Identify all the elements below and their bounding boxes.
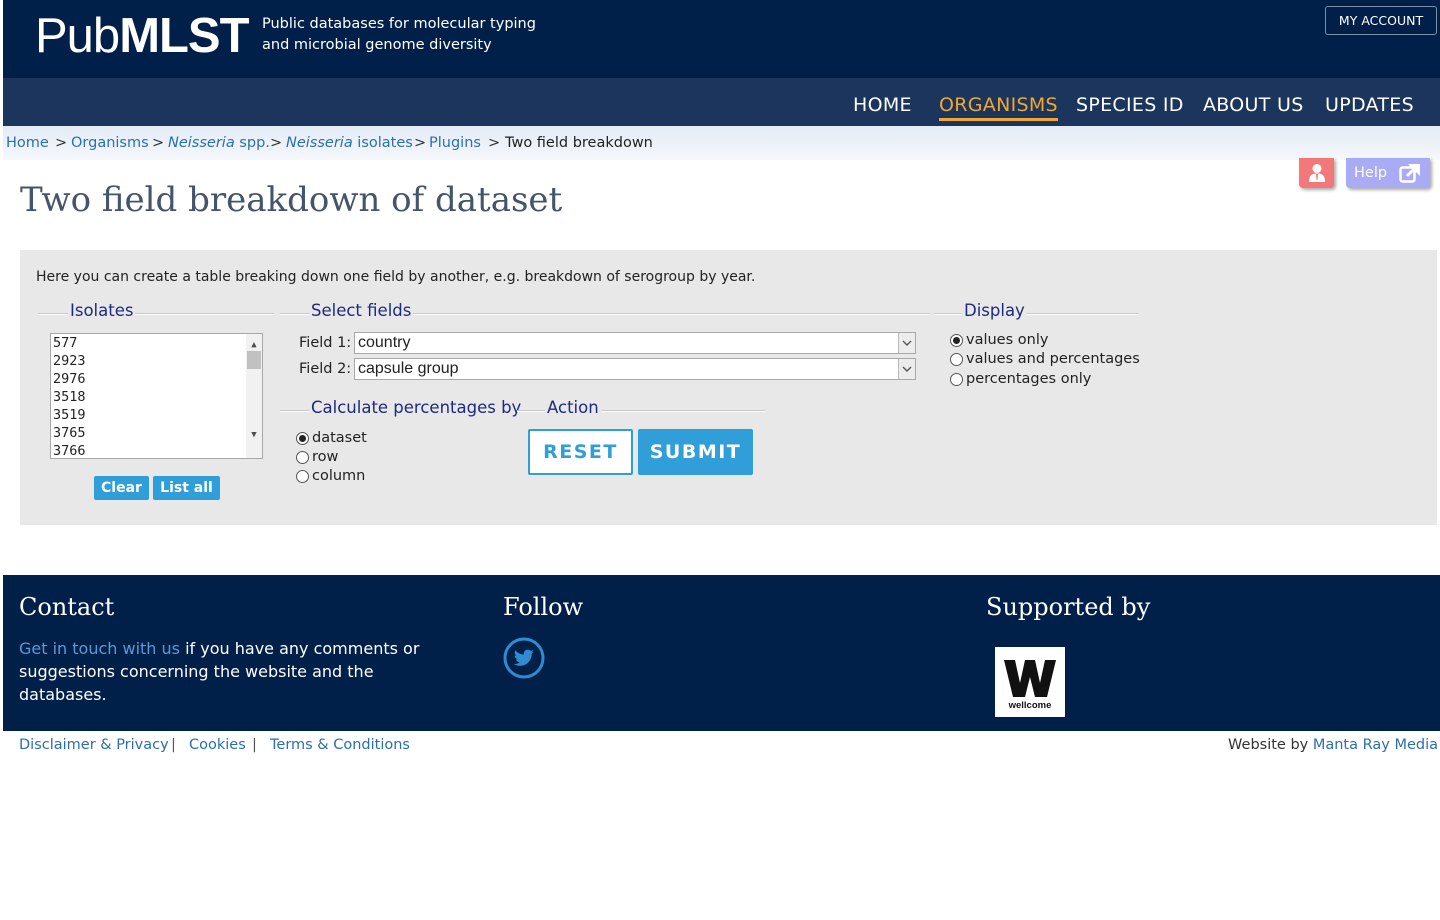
isolate-id-textarea[interactable]: 577 2923 2976 3518 3519 3765 3766 ▲ ▼ (50, 333, 263, 459)
display-radio-values-only[interactable] (950, 334, 963, 347)
breadcrumb: Home > Organisms > Neisseria spp. > Neis… (3, 126, 1440, 160)
site-tagline: Public databases for molecular typing an… (262, 14, 536, 56)
website-by-text: Website by (1228, 737, 1313, 753)
isolate-id: 3765 (53, 425, 86, 441)
twitter-icon (503, 637, 545, 679)
isolate-id: 577 (53, 335, 78, 351)
intro-text: Here you can create a table breaking dow… (36, 269, 756, 285)
breadcrumb-separator: > (270, 135, 283, 151)
submit-button[interactable]: SUBMIT (638, 429, 753, 475)
nav-organisms[interactable]: ORGANISMS (939, 94, 1058, 121)
disclaimer-link[interactable]: Disclaimer & Privacy (19, 737, 169, 753)
breadcrumb-separator: > (414, 135, 427, 151)
follow-heading: Follow (503, 593, 584, 621)
supported-by-heading: Supported by (986, 593, 1151, 621)
percent-radio-dataset[interactable] (296, 432, 309, 445)
breadcrumb-neisseria-spp[interactable]: Neisseria spp. (168, 135, 270, 151)
breadcrumb-isolates-label: isolates (352, 135, 413, 151)
display-option-label: percentages only (966, 371, 1092, 387)
my-account-button[interactable]: MY ACCOUNT (1325, 6, 1437, 35)
contact-link[interactable]: Get in touch with us (19, 639, 180, 658)
breadcrumb-separator: > (152, 135, 165, 151)
contact-heading: Contact (19, 593, 115, 621)
site-header: PubMLST Public databases for molecular t… (3, 0, 1440, 78)
website-credit: Website by Manta Ray Media (1228, 737, 1438, 753)
field-1-select[interactable]: country (354, 332, 916, 354)
isolate-id: 3518 (53, 389, 86, 405)
wellcome-logo[interactable]: wellcome (995, 647, 1065, 717)
chevron-down-icon (898, 333, 915, 353)
breadcrumb-neisseria-isolates[interactable]: Neisseria isolates (286, 135, 413, 151)
manta-ray-link[interactable]: Manta Ray Media (1313, 737, 1438, 753)
breadcrumb-separator: > (55, 135, 68, 151)
main-nav: HOME ORGANISMS SPECIES ID ABOUT US UPDAT… (3, 78, 1440, 126)
scrollbar-thumb[interactable] (247, 351, 261, 369)
percent-option-label: row (312, 449, 339, 465)
isolate-id: 3766 (53, 443, 86, 459)
action-legend: Action (545, 398, 601, 417)
logo-bold: MLST (119, 9, 249, 63)
isolate-id: 2976 (53, 371, 86, 387)
percent-option-label: column (312, 468, 366, 484)
scroll-down-icon[interactable]: ▼ (246, 426, 262, 444)
help-button[interactable]: Help (1346, 158, 1430, 188)
help-label: Help (1354, 165, 1388, 181)
nav-about-us[interactable]: ABOUT US (1203, 94, 1304, 116)
display-legend: Display (962, 301, 1027, 320)
wellcome-logo-text: wellcome (1008, 700, 1052, 711)
footer-divider: | (171, 737, 176, 753)
field-2-label: Field 2: (299, 361, 352, 377)
tagline-line-2: and microbial genome diversity (262, 37, 492, 53)
breadcrumb-organisms[interactable]: Organisms (71, 135, 149, 151)
external-link-icon (1399, 164, 1420, 183)
user-quick-link[interactable] (1299, 158, 1334, 188)
site-footer: Contact Get in touch with us if you have… (3, 575, 1440, 731)
contact-text: Get in touch with us if you have any com… (19, 637, 459, 706)
cookies-link[interactable]: Cookies (189, 737, 246, 753)
field-1-value: country (358, 334, 411, 351)
isolate-id: 3519 (53, 407, 86, 423)
page-title: Two field breakdown of dataset (20, 180, 563, 220)
nav-home[interactable]: HOME (853, 94, 912, 116)
terms-link[interactable]: Terms & Conditions (270, 737, 410, 753)
percent-radio-row[interactable] (296, 451, 309, 464)
field-2-select[interactable]: capsule group (354, 358, 916, 380)
percent-option-label: dataset (312, 430, 367, 446)
breadcrumb-current: Two field breakdown (505, 135, 653, 151)
display-radio-values-and-percentages[interactable] (950, 353, 963, 366)
isolates-legend: Isolates (68, 301, 136, 320)
twitter-link[interactable] (503, 637, 545, 679)
breadcrumb-plugins[interactable]: Plugins (429, 135, 481, 151)
logo-light: Pub (35, 9, 120, 63)
wellcome-logo-mark: wellcome (1004, 660, 1056, 711)
user-icon (1308, 164, 1325, 182)
percent-radio-column[interactable] (296, 470, 309, 483)
breadcrumb-spp: spp. (234, 135, 270, 151)
display-option-label: values only (966, 332, 1049, 348)
nav-updates[interactable]: UPDATES (1325, 94, 1414, 116)
breadcrumb-genus: Neisseria (168, 135, 235, 151)
list-all-button[interactable]: List all (153, 476, 220, 500)
breadcrumb-isolates-genus: Neisseria (286, 135, 353, 151)
display-radio-percentages-only[interactable] (950, 373, 963, 386)
select-fields-legend: Select fields (309, 301, 414, 320)
bottom-links: Disclaimer & Privacy | Cookies | Terms &… (0, 731, 1440, 761)
tagline-line-1: Public databases for molecular typing (262, 16, 536, 32)
pubmlst-logo[interactable]: PubMLST (35, 8, 250, 64)
field-2-value: capsule group (358, 360, 459, 377)
isolate-id: 2923 (53, 353, 86, 369)
percentages-legend: Calculate percentages by (309, 398, 524, 417)
footer-divider: | (252, 737, 257, 753)
isolate-scrollbar[interactable]: ▲ ▼ (246, 334, 262, 458)
clear-button[interactable]: Clear (94, 476, 149, 500)
breadcrumb-home[interactable]: Home (6, 135, 49, 151)
nav-species-id[interactable]: SPECIES ID (1076, 94, 1184, 116)
field-1-label: Field 1: (299, 335, 352, 351)
reset-button[interactable]: RESET (528, 429, 633, 475)
chevron-down-icon (898, 359, 915, 379)
breadcrumb-separator: > (488, 135, 501, 151)
display-option-label: values and percentages (966, 351, 1140, 367)
